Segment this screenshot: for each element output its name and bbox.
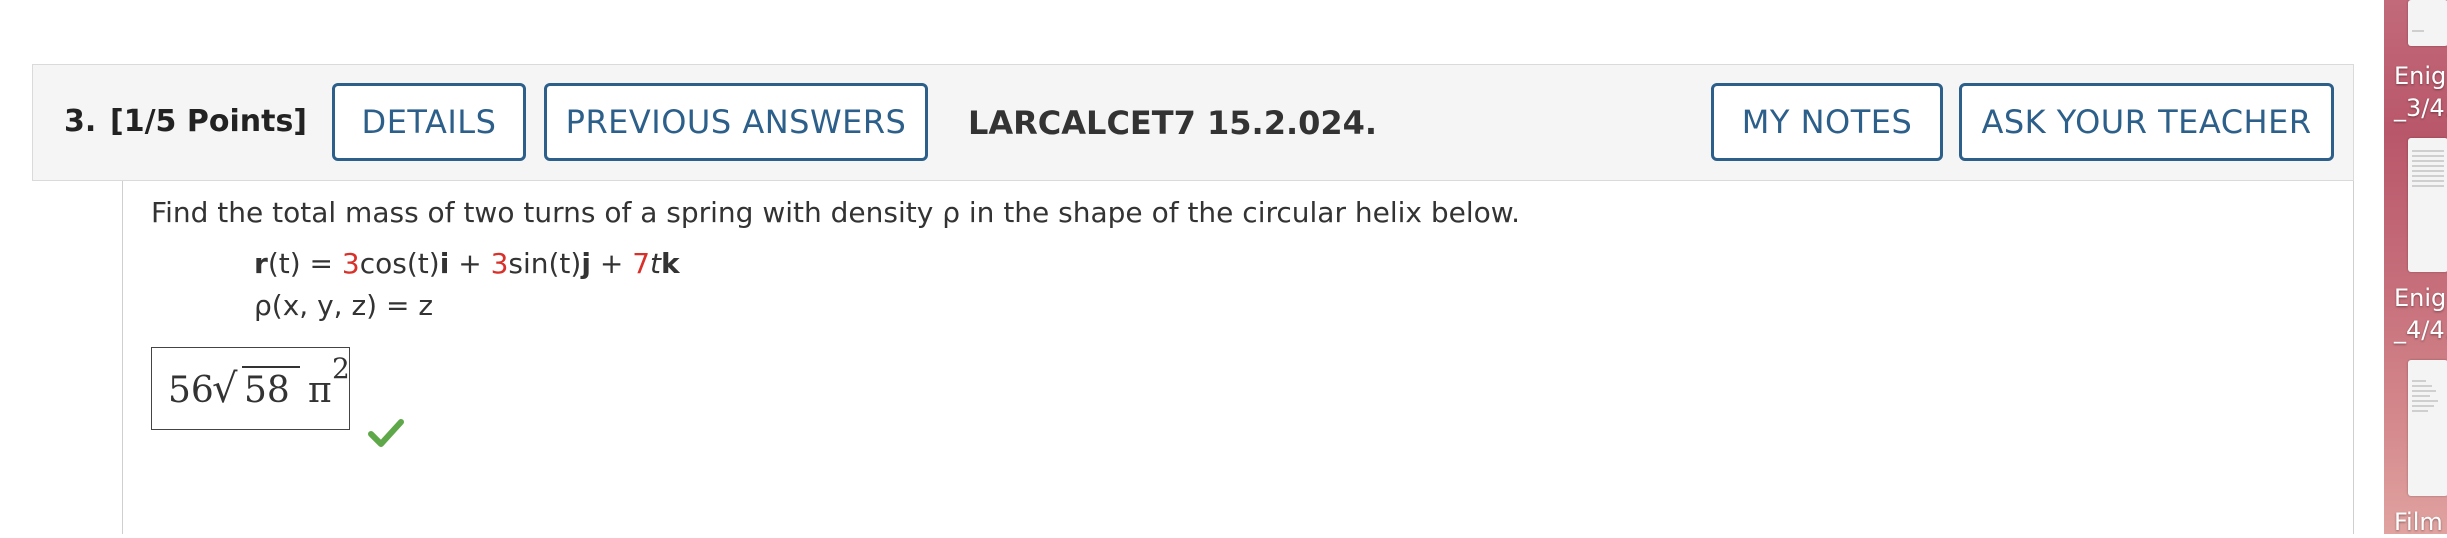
my-notes-button[interactable]: MY NOTES [1711, 83, 1943, 161]
vector-function-equation: r(t) = 3cos(t)i + 3sin(t)j + 7tk [254, 247, 680, 280]
eq1-cos: cos(t) [359, 247, 440, 280]
answer-radicand: 58 [244, 370, 290, 411]
eq1-coef-1: 3 [341, 247, 360, 280]
eq1-coef-2: 3 [490, 247, 509, 280]
i-unit-vector: i [439, 247, 450, 280]
desktop-file-label: Enig [2394, 284, 2447, 312]
file-thumbnail[interactable] [2408, 0, 2447, 46]
answer-exponent: 2 [332, 352, 350, 385]
desktop-file-label: _3/4. [2394, 94, 2447, 122]
eq1-plus-2: + [590, 247, 633, 280]
eq1-coef-3: 7 [632, 247, 651, 280]
answer-pi: π [308, 370, 332, 411]
question-points: [1/5 Points] [110, 104, 308, 139]
answer-box[interactable]: 56 √ 58 π 2 [151, 347, 350, 430]
eq1-t: (t) = [267, 247, 342, 280]
r-symbol: r [254, 247, 268, 280]
question-prompt: Find the total mass of two turns of a sp… [151, 196, 1521, 229]
j-unit-vector: j [581, 247, 591, 280]
file-thumbnail[interactable] [2408, 360, 2447, 496]
radical-sign: √ [212, 366, 238, 412]
density-equation: ρ(x, y, z) = z [254, 289, 434, 322]
desktop-file-label: Enig [2394, 62, 2447, 90]
correct-check-icon [368, 419, 404, 447]
assignment-code: LARCALCET7 15.2.024. [968, 104, 1378, 142]
previous-answers-button[interactable]: PREVIOUS ANSWERS [544, 83, 928, 161]
eq1-plus-1: + [449, 247, 491, 280]
desktop-file-label: Film [2394, 508, 2443, 536]
file-thumbnail[interactable] [2408, 138, 2447, 272]
ask-your-teacher-button[interactable]: ASK YOUR TEACHER [1959, 83, 2334, 161]
details-button[interactable]: DETAILS [332, 83, 526, 161]
question-content-panel [122, 181, 2354, 534]
k-unit-vector: k [661, 247, 680, 280]
radical-vinculum [242, 366, 300, 368]
eq1-t-var: t [650, 247, 662, 280]
eq1-sin: sin(t) [508, 247, 582, 280]
desktop-file-label: _4/4. [2394, 316, 2447, 344]
question-number: 3. [64, 104, 97, 139]
answer-coefficient: 56 [168, 370, 214, 411]
